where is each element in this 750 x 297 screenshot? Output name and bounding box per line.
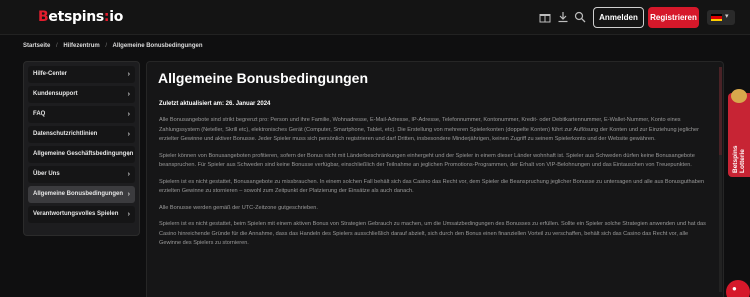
content-paragraph: Spieler können von Bonusangeboten profit… bbox=[159, 152, 695, 169]
language-selector[interactable]: ▾ bbox=[707, 10, 735, 25]
chevron-right-icon: › bbox=[127, 151, 130, 158]
sidebar-item-label: Datenschutzrichtlinien bbox=[33, 131, 98, 137]
chevron-right-icon: › bbox=[127, 71, 130, 78]
breadcrumb-help-center[interactable]: Hilfezentrum bbox=[63, 43, 99, 49]
help-sidebar: Hilfe-Center › Kundensupport › FAQ › Datens… bbox=[23, 61, 140, 236]
sidebar-item-label: Allgemeine Geschäftsbedingungen bbox=[33, 151, 134, 157]
sidebar-item-label: FAQ bbox=[33, 111, 46, 117]
sidebar-item-faq[interactable]: FAQ › bbox=[28, 106, 135, 123]
last-updated-text: Zuletzt aktualisiert am: 26. Januar 2024 bbox=[159, 101, 271, 107]
sidebar-item-label: Kundensupport bbox=[33, 91, 78, 97]
sidebar-item-about-us[interactable]: Über Uns › bbox=[28, 166, 135, 183]
sidebar-item-label: Allgemeine Bonusbedingungen bbox=[33, 191, 124, 197]
page-title: Allgemeine Bonusbedingungen bbox=[158, 70, 369, 86]
download-icon[interactable] bbox=[556, 11, 570, 25]
breadcrumb: Startseite / Hilfezentrum / Allgemeine B… bbox=[23, 43, 207, 49]
sidebar-item-privacy-policy[interactable]: Datenschutzrichtlinien › bbox=[28, 126, 135, 143]
chevron-right-icon: › bbox=[127, 91, 130, 98]
chevron-right-icon: › bbox=[127, 111, 130, 118]
breadcrumb-separator: / bbox=[105, 43, 108, 49]
lottery-widget-label: Betspins Lotterie bbox=[732, 145, 746, 173]
content-paragraph: Alle Bonusangebote sind strikt begrenzt … bbox=[159, 117, 699, 142]
login-button[interactable]: Anmelden bbox=[593, 7, 644, 28]
register-button[interactable]: Registrieren bbox=[648, 7, 699, 28]
gift-icon[interactable] bbox=[538, 11, 552, 25]
sidebar-item-bonus-terms[interactable]: Allgemeine Bonusbedingungen › bbox=[28, 186, 135, 203]
chat-icon: ● bbox=[732, 284, 737, 293]
content-paragraph: Alle Bonusse werden gemäß der UTC-Zeitzo… bbox=[159, 204, 318, 211]
chevron-right-icon: › bbox=[127, 211, 130, 218]
breadcrumb-home[interactable]: Startseite bbox=[23, 43, 50, 49]
content-panel: Allgemeine Bonusbedingungen Zuletzt aktu… bbox=[146, 61, 724, 297]
sidebar-item-label: Hilfe-Center bbox=[33, 71, 68, 77]
chevron-down-icon: ▾ bbox=[725, 13, 729, 20]
breadcrumb-current: Allgemeine Bonusbedingungen bbox=[112, 43, 203, 49]
chat-button[interactable]: ● bbox=[726, 280, 750, 297]
search-icon[interactable] bbox=[573, 11, 587, 25]
sidebar-item-responsible-gaming[interactable]: Verantwortungsvolles Spielen › bbox=[28, 206, 135, 223]
lottery-balls-icon bbox=[731, 89, 747, 103]
content-paragraph: Spielern ist es nicht gestattet, beim Sp… bbox=[159, 221, 706, 246]
sidebar-item-customer-support[interactable]: Kundensupport › bbox=[28, 86, 135, 103]
site-logo[interactable]: Betspins:io bbox=[38, 9, 123, 25]
breadcrumb-separator: / bbox=[56, 43, 58, 49]
content-paragraph: Spielern ist es nicht gestattet, Bonusan… bbox=[159, 178, 705, 195]
sidebar-item-label: Verantwortungsvolles Spielen bbox=[33, 211, 119, 217]
scrollbar-thumb[interactable] bbox=[719, 67, 722, 155]
sidebar-item-label: Über Uns bbox=[33, 171, 60, 177]
chevron-right-icon: › bbox=[127, 131, 130, 138]
chevron-right-icon: › bbox=[127, 191, 130, 198]
lottery-widget[interactable]: Betspins Lotterie bbox=[728, 89, 750, 177]
sidebar-item-help-center[interactable]: Hilfe-Center › bbox=[28, 66, 135, 83]
sidebar-item-terms[interactable]: Allgemeine Geschäftsbedingungen › bbox=[28, 146, 135, 163]
top-header: Betspins:io Anmelden Registrieren ▾ bbox=[0, 0, 750, 35]
german-flag-icon bbox=[711, 14, 722, 21]
chevron-right-icon: › bbox=[127, 171, 130, 178]
